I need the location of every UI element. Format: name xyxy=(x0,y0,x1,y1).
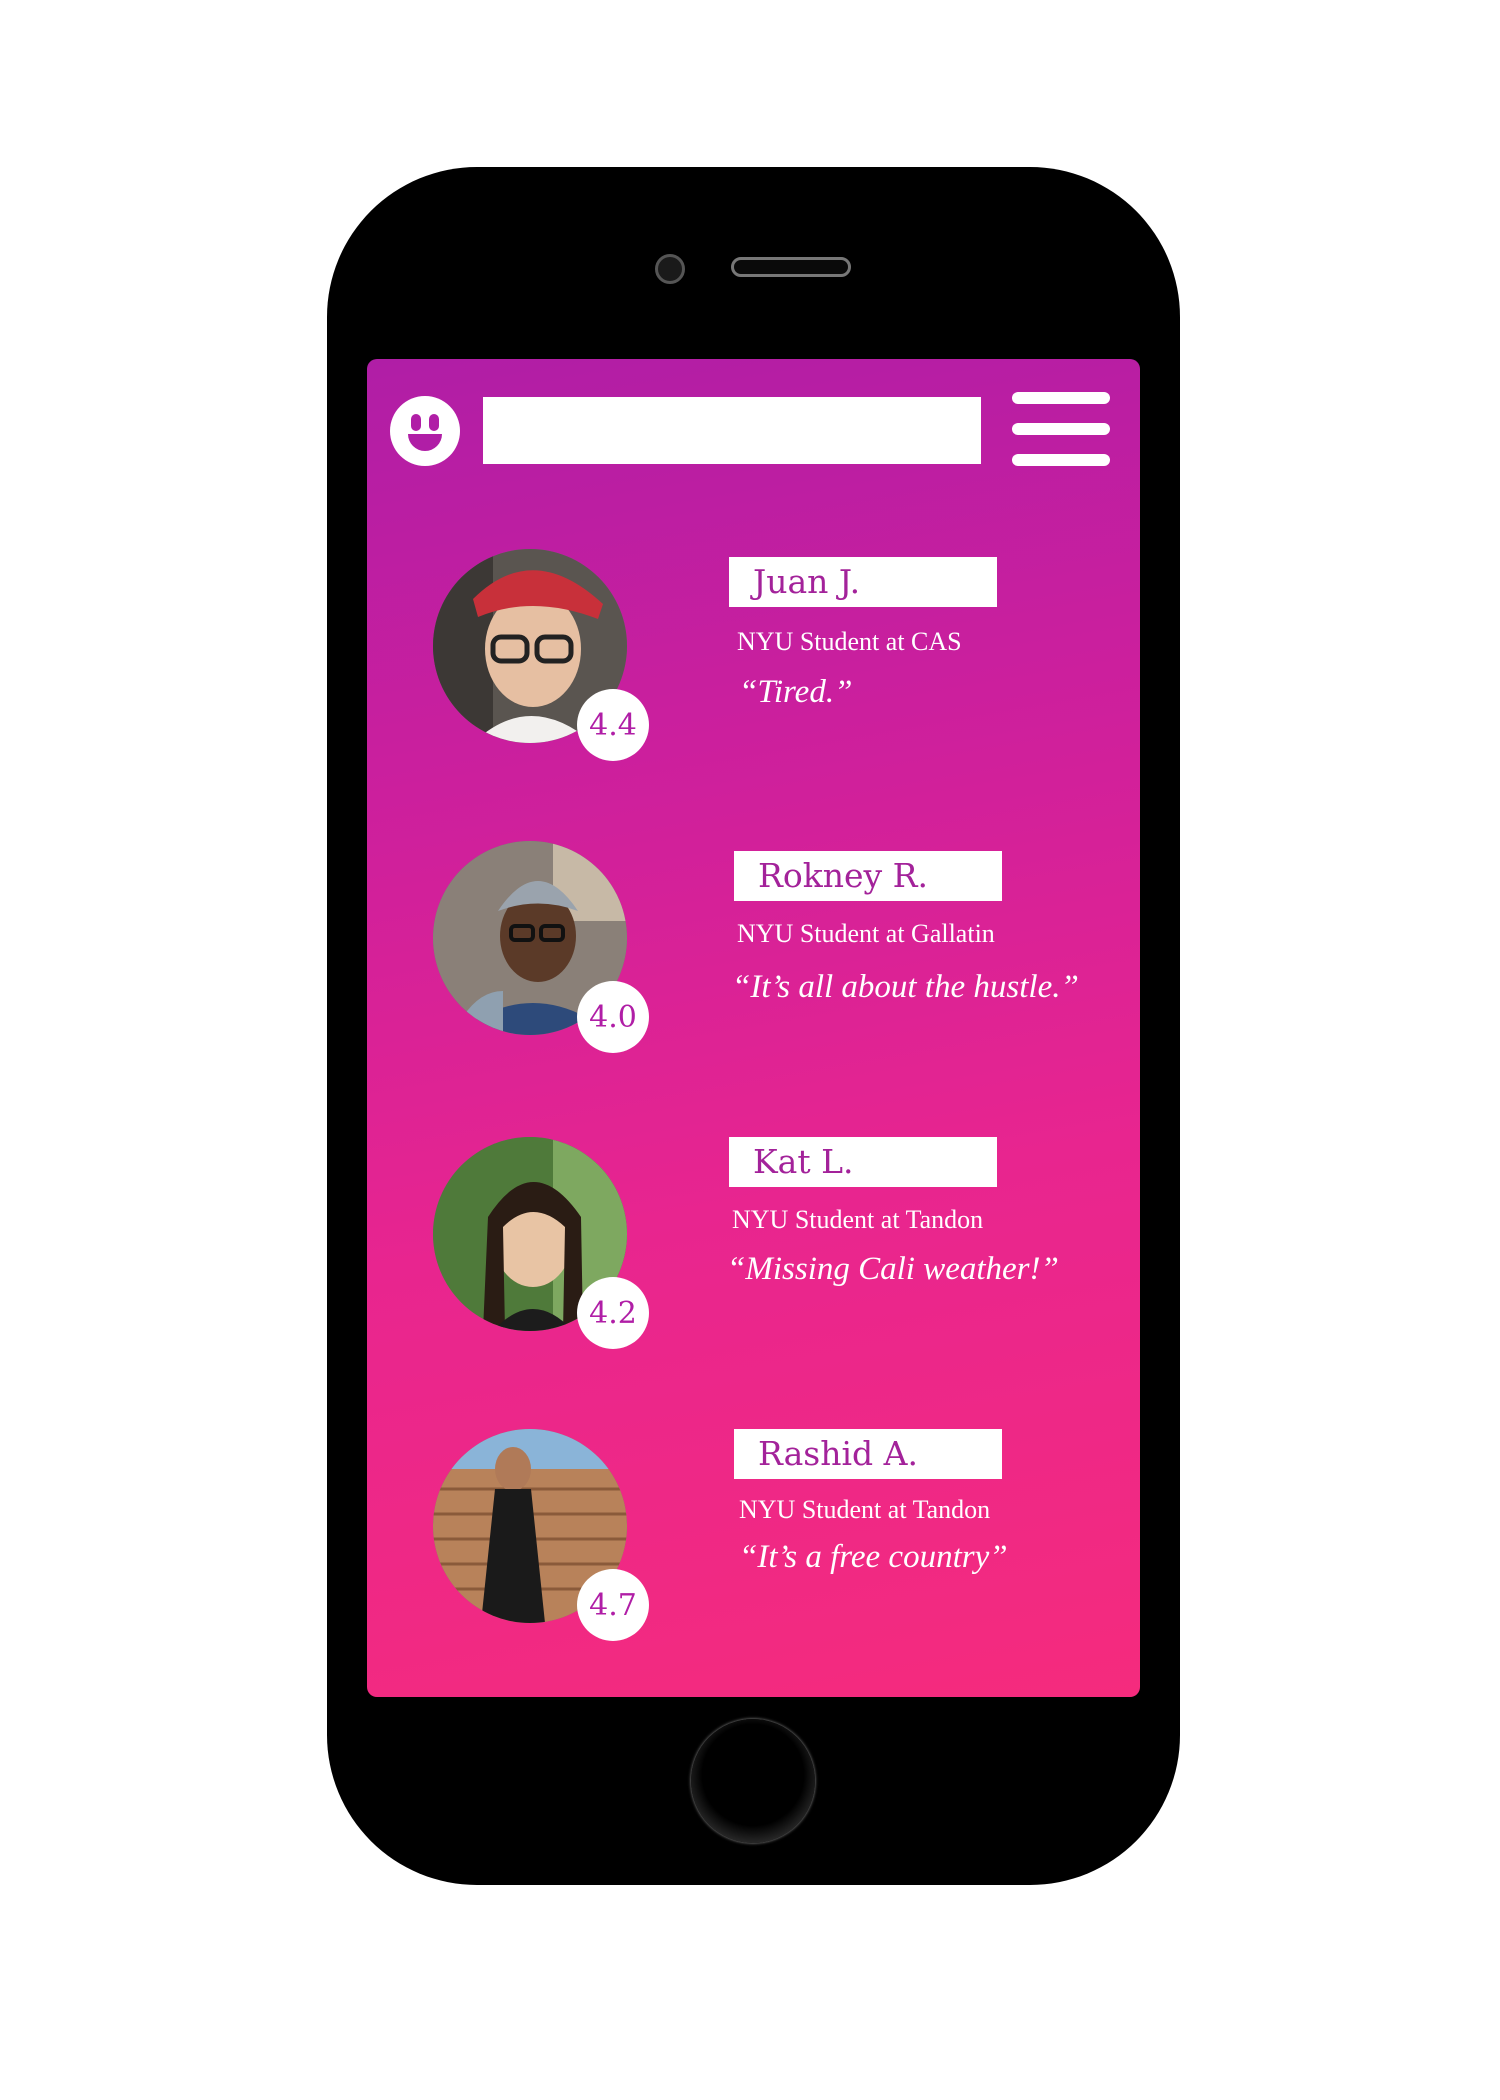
profile-card[interactable]: 4.7 Rashid A. NYU Student at Tandon “It’… xyxy=(367,1429,1140,1659)
app-screen: 4.4 Juan J. NYU Student at CAS “Tired.” xyxy=(367,359,1140,1697)
menu-bar-bottom xyxy=(1012,454,1110,466)
profile-school: NYU Student at Tandon xyxy=(739,1495,991,1524)
logo-left-eye xyxy=(411,414,421,431)
profile-quote: “It’s all about the hustle.” xyxy=(732,969,1079,1005)
earpiece-speaker xyxy=(731,257,851,277)
profile-quote: “Missing Cali weather!” xyxy=(727,1251,1059,1287)
hamburger-menu-icon[interactable] xyxy=(1012,392,1110,467)
menu-bar-top xyxy=(1012,392,1110,404)
profile-name[interactable]: Kat L. xyxy=(729,1137,997,1187)
profile-quote: “It’s a free country” xyxy=(739,1539,1008,1575)
profile-name[interactable]: Rokney R. xyxy=(734,851,1002,901)
logo-right-eye xyxy=(429,414,439,431)
profile-name[interactable]: Juan J. xyxy=(729,557,997,607)
profile-card[interactable]: 4.0 Rokney R. NYU Student at Gallatin “I… xyxy=(367,841,1140,1071)
smiley-logo-icon[interactable] xyxy=(390,396,460,466)
profile-name[interactable]: Rashid A. xyxy=(734,1429,1002,1479)
home-button[interactable] xyxy=(691,1719,815,1843)
rating-badge: 4.2 xyxy=(577,1277,649,1349)
rating-badge: 4.7 xyxy=(577,1569,649,1641)
rating-badge: 4.4 xyxy=(577,689,649,761)
profile-quote: “Tired.” xyxy=(739,674,853,710)
front-camera xyxy=(655,254,685,284)
profile-card[interactable]: 4.2 Kat L. NYU Student at Tandon “Missin… xyxy=(367,1137,1140,1367)
logo-mouth xyxy=(408,434,442,451)
profile-school: NYU Student at Tandon xyxy=(732,1205,984,1234)
search-input[interactable] xyxy=(483,397,981,464)
menu-bar-middle xyxy=(1012,423,1110,435)
profile-card[interactable]: 4.4 Juan J. NYU Student at CAS “Tired.” xyxy=(367,549,1140,779)
profile-school: NYU Student at CAS xyxy=(737,627,962,656)
phone-frame: 4.4 Juan J. NYU Student at CAS “Tired.” xyxy=(327,167,1180,1885)
rating-badge: 4.0 xyxy=(577,981,649,1053)
profile-school: NYU Student at Gallatin xyxy=(737,919,995,948)
